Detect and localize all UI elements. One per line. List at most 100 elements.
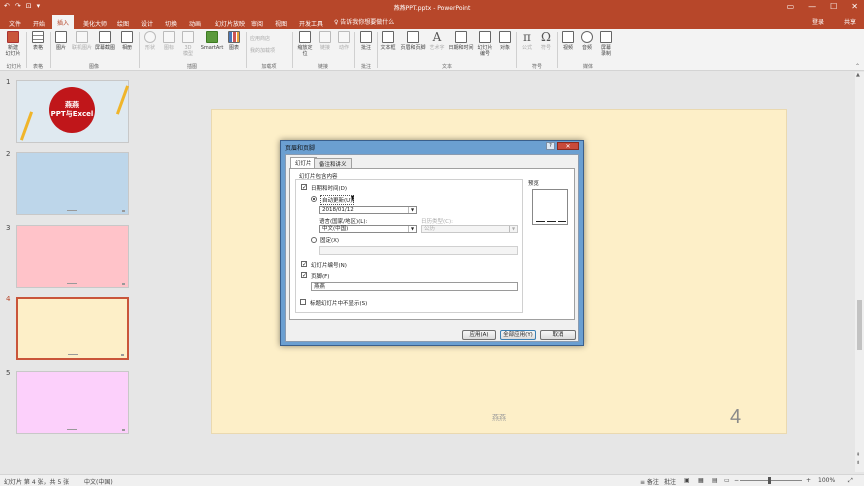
3d-models-button[interactable]: 3D 模型 [177, 31, 199, 57]
zoom-slider-knob[interactable] [768, 477, 771, 484]
ribbon-tabs: 文件 开始 插入 美化大师 绘图 设计 切换 动画 幻灯片放映 审阅 视图 开发… [0, 14, 864, 29]
window-title: 燕燕PPT.pptx - PowerPoint [393, 5, 471, 12]
header-footer-button[interactable]: 页眉和页脚 [400, 31, 426, 51]
shapes-icon [144, 31, 156, 43]
tab-slideshow[interactable]: 幻灯片放映 [210, 17, 250, 29]
window-controls: ▭ — ☐ ✕ [787, 2, 858, 11]
date-format-value: 2018/01/12 [322, 207, 354, 213]
slide-footer[interactable]: 燕燕 [492, 413, 506, 423]
object-button[interactable]: 对象 [494, 31, 516, 51]
chart-button[interactable]: 图表 [223, 31, 245, 51]
zoom-level[interactable]: 100% [818, 477, 835, 484]
action-button[interactable]: 动作 [333, 31, 355, 51]
minimize-icon[interactable]: — [808, 2, 816, 11]
fit-to-window-icon[interactable]: ⤢ [848, 477, 853, 485]
cancel-button[interactable]: 取消 [540, 330, 576, 340]
apply-all-button[interactable]: 全部应用(Y) [500, 330, 536, 340]
close-icon[interactable]: ✕ [851, 2, 858, 11]
tab-design[interactable]: 设计 [136, 17, 158, 29]
slide-number-button[interactable]: 幻灯片 编号 [474, 31, 496, 57]
symbol-button[interactable]: Ω 符号 [535, 31, 557, 51]
table-button[interactable]: 表格 [27, 31, 49, 51]
slide-number-checkbox[interactable]: ✓ [301, 261, 307, 268]
scroll-up-icon[interactable]: ▲ [856, 72, 860, 78]
slide-sorter-icon[interactable]: ▦ [698, 477, 704, 484]
dialog-close-button[interactable]: ✕ [557, 142, 579, 150]
vertical-scrollbar[interactable]: ▲ ⇞ ⇟ [855, 72, 864, 472]
calendar-type-label: 日历类型(C): [421, 219, 453, 225]
slide-page-number[interactable]: 4 [730, 406, 741, 429]
calendar-type-select[interactable]: 公历 ▼ [421, 225, 518, 233]
decorative-bar [115, 85, 130, 115]
tab-slide[interactable]: 幻灯片 [290, 157, 317, 168]
fixed-radio[interactable] [311, 237, 317, 243]
slide-thumbnail-4[interactable] [16, 297, 129, 360]
tab-draw[interactable]: 绘图 [112, 17, 134, 29]
photo-album-button[interactable]: 相册 [116, 31, 138, 51]
dont-show-on-title-checkbox[interactable] [300, 299, 306, 305]
decorative-bar [19, 111, 34, 141]
collapse-ribbon-icon[interactable]: ⌃ [855, 63, 860, 70]
tab-developer[interactable]: 开发工具 [294, 17, 328, 29]
tab-view[interactable]: 视图 [270, 17, 292, 29]
tab-animations[interactable]: 动画 [184, 17, 206, 29]
reading-view-icon[interactable]: ▤ [712, 477, 718, 484]
language-value: 中文(中国) [322, 226, 349, 232]
tab-insert[interactable]: 插入 [52, 15, 75, 29]
apply-button[interactable]: 应用(A) [462, 330, 496, 340]
footer-text-input[interactable]: 燕燕 [311, 282, 518, 291]
tab-file[interactable]: 文件 [4, 17, 26, 29]
tab-home[interactable]: 开始 [28, 17, 50, 29]
notes-button[interactable]: ≡ 备注 [640, 477, 659, 486]
slide-thumbnail-1[interactable]: 燕燕 PPT与Excel [16, 80, 130, 143]
date-time-checkbox[interactable]: ✓ [301, 184, 307, 191]
next-slide-icon[interactable]: ⇟ [856, 460, 860, 466]
fixed-date-input[interactable] [319, 246, 518, 255]
date-format-select[interactable]: 2018/01/12 ▼ [319, 206, 417, 214]
textbox-button[interactable]: 文本框 [377, 31, 399, 51]
zoom-in-icon[interactable]: + [806, 477, 811, 484]
slide-thumbnail-5[interactable] [16, 371, 129, 434]
header-footer-dialog: 页眉和页脚 ? ✕ 幻灯片 备注和讲义 幻灯片包含内容 ✓ 日期和时间(D) 自… [280, 140, 584, 346]
footer-checkbox[interactable]: ✓ [301, 272, 307, 279]
wordart-button[interactable]: A 艺术字 [426, 31, 448, 51]
smartart-button[interactable]: SmartArt [200, 31, 224, 51]
screenshot-button[interactable]: 屏幕截图 [94, 31, 116, 51]
zoom-out-icon[interactable]: − [734, 477, 739, 484]
my-addins-button[interactable]: 我的加载项 [250, 47, 275, 54]
tab-review[interactable]: 审阅 [246, 17, 268, 29]
slide-thumbnail-3[interactable] [16, 225, 129, 288]
auto-update-radio[interactable] [311, 196, 317, 202]
pictures-button[interactable]: 图片 [50, 31, 72, 51]
comments-button[interactable]: 批注 [664, 477, 676, 486]
tell-me-search[interactable]: ♀ 告诉我你想要做什么 [334, 17, 394, 26]
language-select[interactable]: 中文(中国) ▼ [319, 225, 417, 233]
maximize-icon[interactable]: ☐ [830, 2, 837, 11]
dialog-title: 页眉和页脚 [285, 145, 316, 152]
slide-thumbnail-2[interactable] [16, 152, 129, 215]
group-label-links: 链接 [317, 64, 328, 70]
login-link[interactable]: 登录 [812, 17, 824, 26]
online-pictures-button[interactable]: 联机图片 [71, 31, 93, 51]
new-slide-button[interactable]: 新建 幻灯片 [2, 31, 24, 57]
prev-slide-icon[interactable]: ⇞ [856, 452, 860, 458]
slideshow-icon[interactable]: ▭ [724, 477, 730, 484]
screen-recording-button[interactable]: 屏幕 录制 [595, 31, 617, 57]
tab-notes-handouts[interactable]: 备注和讲义 [314, 158, 352, 168]
comment-button[interactable]: 批注 [355, 31, 377, 51]
tab-transitions[interactable]: 切换 [160, 17, 182, 29]
powerpoint-window: ↶ ↷ ⊡ ▾ 燕燕PPT.pptx - PowerPoint ▭ — ☐ ✕ … [0, 0, 864, 486]
scrollbar-thumb[interactable] [857, 300, 862, 350]
ribbon-display-icon[interactable]: ▭ [787, 2, 795, 11]
store-button[interactable]: 应用商店 [250, 35, 270, 42]
normal-view-icon[interactable]: ▣ [684, 477, 690, 484]
language-status[interactable]: 中文(中国) [84, 477, 113, 486]
tab-beautify[interactable]: 美化大师 [78, 17, 112, 29]
zoom-slider[interactable] [740, 477, 802, 484]
dialog-help-button[interactable]: ? [546, 142, 555, 150]
date-time-button[interactable]: 日期和时间 [448, 31, 474, 51]
zoom-button[interactable]: 缩放定 位 [294, 31, 316, 57]
thumbnail-number: 3 [6, 224, 11, 232]
share-button[interactable]: 共享 [844, 17, 856, 26]
language-label: 语言(国家/地区)(L): [319, 219, 368, 225]
